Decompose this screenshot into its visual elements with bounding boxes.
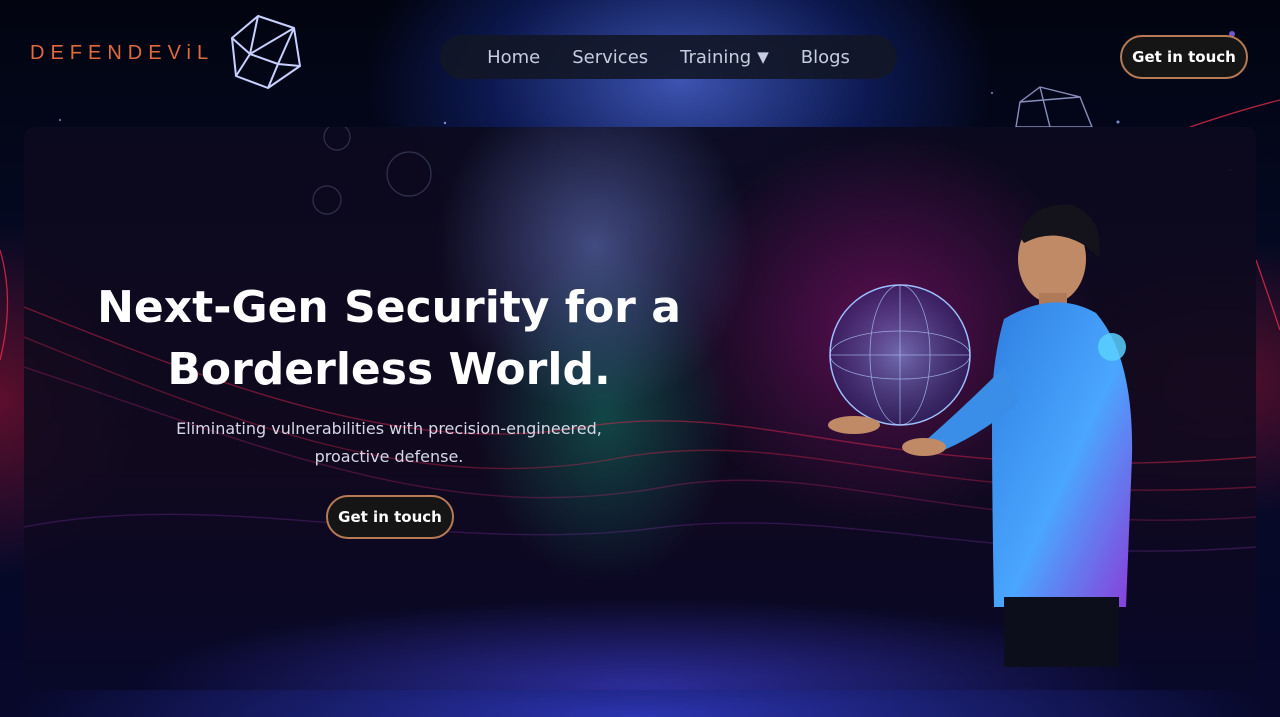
hero-headline-line1: Next-Gen Security for a: [97, 282, 681, 333]
nav-item-training[interactable]: Training ▼: [680, 47, 769, 68]
nav-item-home[interactable]: Home: [487, 47, 540, 68]
main-nav: Home Services Training ▼ Blogs: [440, 35, 897, 79]
nav-item-label: Blogs: [800, 46, 850, 68]
hero-headline-line2: Borderless World.: [167, 344, 611, 395]
get-in-touch-button[interactable]: Get in touch: [1120, 35, 1248, 79]
nav-item-label: Services: [572, 46, 649, 68]
hero-get-in-touch-button[interactable]: Get in touch: [326, 495, 454, 539]
hero-section: Next-Gen Security for a Borderless World…: [24, 127, 1256, 690]
hero-image-man-with-globe: [828, 204, 1133, 667]
hero-subtext: Eliminating vulnerabilities with precisi…: [139, 415, 639, 471]
nav-item-label: Training: [680, 46, 752, 68]
nav-item-label: Home: [487, 46, 541, 68]
hero-subtext-line2: proactive defense.: [314, 447, 464, 466]
hero-subtext-line1: Eliminating vulnerabilities with precisi…: [176, 419, 602, 438]
brand-logo[interactable]: DEFENDEViL: [30, 14, 302, 92]
brand-name: DEFENDEViL: [30, 41, 215, 64]
geodesic-polyhedron-icon: [231, 15, 302, 89]
chevron-down-icon: ▼: [757, 48, 769, 66]
nav-item-blogs[interactable]: Blogs: [801, 47, 850, 68]
hero-headline: Next-Gen Security for a Borderless World…: [44, 277, 734, 401]
nav-item-services[interactable]: Services: [572, 47, 648, 68]
